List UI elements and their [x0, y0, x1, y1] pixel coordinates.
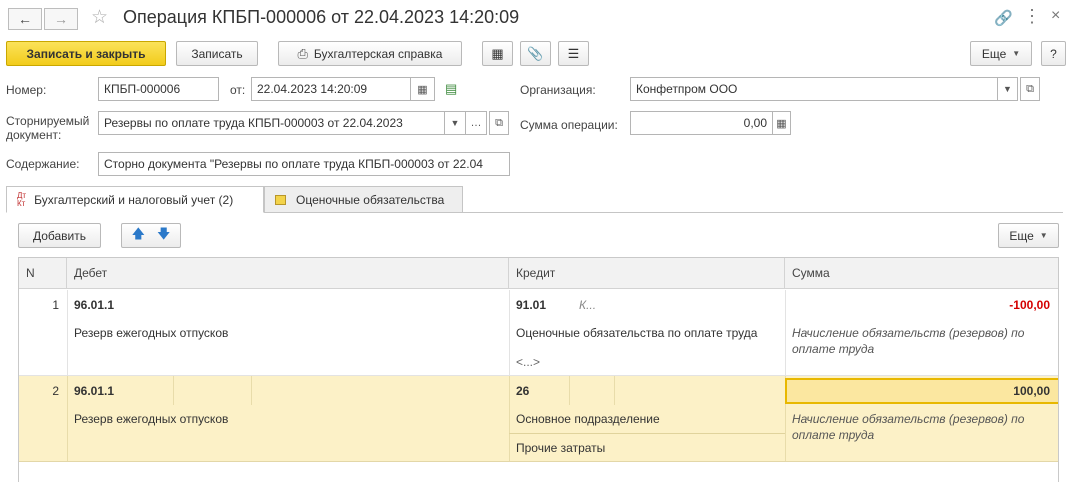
table-header: N Дебет Кредит Сумма: [19, 258, 1058, 289]
entry-comment-line1: Начисление обязательств (резервов) по: [792, 326, 1025, 340]
favorite-star-icon[interactable]: ☆: [91, 6, 108, 29]
table-more-button[interactable]: Еще ▼: [998, 223, 1059, 248]
debit-subconto: Резерв ежегодных отпусков: [74, 326, 229, 340]
table-more-label: Еще: [1009, 228, 1034, 243]
calculator-icon: ▦: [776, 117, 787, 130]
date-field[interactable]: 22.04.2023 14:20:09: [251, 77, 411, 101]
table-row[interactable]: 2 96.01.1 Резерв ежегодных отпусков 26 О…: [19, 376, 1058, 462]
calculator-button[interactable]: ▦: [772, 111, 791, 135]
number-label: Номер:: [6, 83, 47, 97]
calendar-icon: ▦: [417, 83, 428, 96]
row-number: 2: [52, 384, 59, 398]
dt-kt-icon: Дт Кт: [17, 190, 27, 208]
ellipsis-icon: …: [470, 117, 482, 129]
tab-estimated-liabilities-label: Оценочные обязательства: [296, 192, 445, 207]
amount-value: -100,00: [1009, 298, 1050, 312]
column-header-debit[interactable]: Дебет: [67, 258, 509, 289]
arrow-right-icon: →: [54, 11, 68, 27]
column-header-credit[interactable]: Кредит: [509, 258, 785, 289]
caret-down-icon: ▼: [1003, 84, 1012, 94]
entry-comment-line2: оплате труда: [792, 428, 875, 442]
save-button[interactable]: Записать: [176, 41, 258, 66]
column-header-n[interactable]: N: [19, 258, 67, 289]
document-list-button[interactable]: ☰: [558, 41, 589, 66]
credit-subconto-2: Прочие затраты: [516, 441, 606, 455]
close-icon[interactable]: ×: [1051, 7, 1060, 25]
move-buttons-group: 🡅 🡇: [121, 223, 181, 248]
caret-down-icon: ▼: [450, 118, 460, 128]
storno-document-label-line2: документ:: [6, 128, 62, 142]
structure-button[interactable]: ▦: [482, 41, 513, 66]
open-window-icon: ⧉: [495, 116, 503, 129]
more-label: Еще: [981, 46, 1007, 61]
caret-down-icon: ▼: [1039, 231, 1048, 240]
tab-estimated-liabilities[interactable]: Оценочные обязательства: [264, 186, 463, 213]
debit-account: 96.01.1: [74, 384, 115, 398]
content-label: Содержание:: [6, 157, 80, 171]
back-button[interactable]: ←: [8, 8, 42, 30]
tab-accounting-tax-label: Бухгалтерский и налоговый учет (2): [34, 192, 234, 207]
forward-button[interactable]: →: [44, 8, 78, 30]
tab-accounting-tax[interactable]: Дт Кт Бухгалтерский и налоговый учет (2): [6, 186, 264, 213]
number-field[interactable]: КПБП-000006: [98, 77, 219, 101]
column-header-amount[interactable]: Сумма: [785, 258, 1058, 289]
ledger-icon: [275, 194, 286, 205]
more-vertical-icon[interactable]: ⋮: [1023, 6, 1041, 27]
window-title: Операция КПБП-000006 от 22.04.2023 14:20…: [123, 7, 520, 27]
printer-icon: ⎙: [297, 45, 308, 61]
amount-value: 100,00: [1013, 384, 1050, 398]
accounting-report-button[interactable]: ⎙ Бухгалтерская справка: [278, 41, 462, 66]
table-row[interactable]: 1 96.01.1 Резерв ежегодных отпусков 91.0…: [19, 290, 1058, 376]
caret-down-icon: ▼: [1012, 49, 1021, 58]
link-icon[interactable]: 🔗: [994, 9, 1013, 27]
credit-extra: К...: [579, 298, 597, 312]
organization-dropdown-button[interactable]: ▼: [997, 77, 1018, 101]
structure-icon: ▦: [491, 45, 504, 61]
credit-subconto-1: Оценочные обязательства по оплате труда: [516, 326, 758, 340]
credit-account: 26: [516, 384, 530, 398]
attach-button[interactable]: 📎: [520, 41, 551, 66]
entry-comment-line1: Начисление обязательств (резервов) по: [792, 412, 1025, 426]
paperclip-icon: 📎: [527, 45, 544, 61]
list-icon: ☰: [567, 45, 580, 61]
credit-subconto-2: <...>: [516, 355, 541, 369]
organization-label: Организация:: [520, 83, 596, 97]
save-and-close-button[interactable]: Записать и закрыть: [6, 41, 166, 66]
storno-document-label-line1: Сторнируемый: [6, 114, 90, 128]
storno-select-button[interactable]: …: [465, 111, 487, 135]
move-up-icon[interactable]: 🡅: [132, 225, 145, 247]
storno-dropdown-button[interactable]: ▼: [444, 111, 466, 135]
arrow-left-icon: ←: [18, 11, 32, 27]
organization-field[interactable]: Конфетпром ООО: [630, 77, 998, 101]
more-button[interactable]: Еще ▼: [970, 41, 1032, 66]
credit-account: 91.01: [516, 298, 547, 312]
entries-table: N Дебет Кредит Сумма 1 96.01.1 Резерв еж…: [18, 257, 1059, 482]
accounting-report-label: Бухгалтерская справка: [313, 46, 443, 61]
entry-comment-line2: оплате труда: [792, 342, 875, 356]
storno-open-button[interactable]: ⧉: [489, 111, 509, 135]
content-field[interactable]: Сторно документа "Резервы по оплате труд…: [98, 152, 510, 176]
storno-document-field[interactable]: Резервы по оплате труда КПБП-000003 от 2…: [98, 111, 445, 135]
credit-subconto-1: Основное подразделение: [516, 412, 660, 426]
organization-open-button[interactable]: ⧉: [1020, 77, 1040, 101]
operation-sum-field[interactable]: 0,00: [630, 111, 773, 135]
date-approve-icon[interactable]: ▤: [445, 81, 457, 97]
date-label: от:: [230, 83, 246, 97]
debit-subconto: Резерв ежегодных отпусков: [74, 412, 229, 426]
help-button[interactable]: ?: [1041, 41, 1066, 66]
move-down-icon[interactable]: 🡇: [157, 225, 170, 247]
calendar-button[interactable]: ▦: [410, 77, 435, 101]
add-row-button[interactable]: Добавить: [18, 223, 101, 248]
operation-sum-label: Сумма операции:: [520, 118, 618, 132]
debit-account: 96.01.1: [74, 298, 115, 312]
row-number: 1: [52, 298, 59, 312]
open-window-icon: ⧉: [1026, 82, 1034, 95]
